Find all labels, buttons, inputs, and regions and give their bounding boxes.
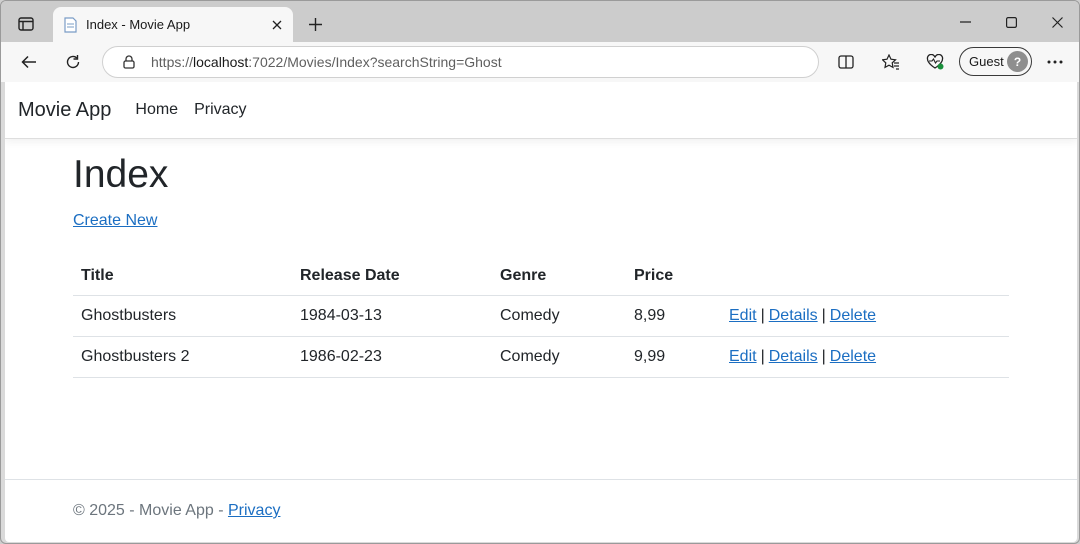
page-title: Index xyxy=(73,153,169,196)
sidebar-icon xyxy=(18,17,34,31)
brand-link[interactable]: Movie App xyxy=(18,99,111,122)
new-tab-button[interactable] xyxy=(301,11,329,37)
maximize-icon xyxy=(1005,16,1017,28)
cell-title: Ghostbusters xyxy=(73,295,292,337)
details-link[interactable]: Details xyxy=(769,348,818,365)
maximize-button[interactable] xyxy=(989,9,1033,35)
separator: | xyxy=(760,306,765,324)
site-navbar: Movie App Home Privacy xyxy=(5,82,1077,139)
separator: | xyxy=(760,347,765,365)
cell-genre: Comedy xyxy=(492,295,626,337)
lock-icon[interactable] xyxy=(121,54,137,70)
more-dots-icon xyxy=(1047,60,1063,64)
cell-price: 8,99 xyxy=(626,295,721,337)
nav-privacy-link[interactable]: Privacy xyxy=(194,101,246,119)
cell-actions: Edit | Details | Delete xyxy=(721,295,1009,337)
footer-privacy-link[interactable]: Privacy xyxy=(228,502,280,519)
delete-link[interactable]: Delete xyxy=(830,307,876,324)
close-tab-button[interactable] xyxy=(267,15,287,35)
table-row: Ghostbusters 1984-03-13 Comedy 8,99 Edit… xyxy=(73,295,1009,337)
cell-actions: Edit | Details | Delete xyxy=(721,336,1009,378)
cell-genre: Comedy xyxy=(492,336,626,378)
close-icon xyxy=(1051,16,1063,28)
cell-title: Ghostbusters 2 xyxy=(73,336,292,378)
url-text: https://localhost:7022/Movies/Index?sear… xyxy=(151,54,502,70)
browser-window: Index - Movie App https://localhost:7022… xyxy=(0,0,1080,544)
cell-release-date: 1986-02-23 xyxy=(292,336,492,378)
back-button[interactable] xyxy=(13,47,45,77)
heart-pulse-icon xyxy=(926,54,944,70)
avatar-icon: ? xyxy=(1007,51,1028,72)
cell-release-date: 1984-03-13 xyxy=(292,295,492,337)
tab-title: Index - Movie App xyxy=(86,17,191,32)
site-footer: © 2025 - Movie App - Privacy xyxy=(5,479,1077,542)
favorites-button[interactable] xyxy=(875,47,907,77)
tab-bar: Index - Movie App xyxy=(1,1,1079,42)
create-new-link[interactable]: Create New xyxy=(73,212,157,230)
separator: | xyxy=(821,306,826,324)
column-header-title: Title xyxy=(73,257,292,296)
column-header-genre: Genre xyxy=(492,257,626,296)
tab-actions-button[interactable] xyxy=(9,9,43,39)
active-tab[interactable]: Index - Movie App xyxy=(53,7,293,42)
split-screen-icon xyxy=(838,55,854,69)
separator: | xyxy=(821,347,826,365)
back-arrow-icon xyxy=(21,55,36,69)
table-header-row: Title Release Date Genre Price xyxy=(73,257,1009,296)
details-link[interactable]: Details xyxy=(769,307,818,324)
main-content: Index Create New Title Release Date Genr… xyxy=(73,152,1009,378)
page-icon xyxy=(63,16,77,33)
close-icon xyxy=(272,20,282,29)
address-bar[interactable]: https://localhost:7022/Movies/Index?sear… xyxy=(102,46,819,78)
nav-home-link[interactable]: Home xyxy=(135,101,178,119)
edit-link[interactable]: Edit xyxy=(729,307,757,324)
column-header-release-date: Release Date xyxy=(292,257,492,296)
refresh-icon xyxy=(66,55,80,69)
minimize-button[interactable] xyxy=(943,9,987,35)
plus-icon xyxy=(308,17,322,31)
column-header-actions xyxy=(721,257,1009,296)
browser-essentials-button[interactable] xyxy=(919,47,951,77)
close-window-button[interactable] xyxy=(1035,9,1079,35)
profile-button[interactable]: Guest ? xyxy=(959,47,1032,76)
movies-table: Title Release Date Genre Price Ghostbust… xyxy=(73,257,1009,378)
profile-label: Guest xyxy=(969,54,1004,69)
cell-price: 9,99 xyxy=(626,336,721,378)
page-viewport: Movie App Home Privacy Index Create New … xyxy=(5,82,1077,542)
table-row: Ghostbusters 2 1986-02-23 Comedy 9,99 Ed… xyxy=(73,336,1009,378)
footer-text: © 2025 - Movie App - Privacy xyxy=(73,502,280,520)
split-screen-button[interactable] xyxy=(830,47,862,77)
browser-toolbar: https://localhost:7022/Movies/Index?sear… xyxy=(1,42,1079,82)
copyright-text: © 2025 - Movie App - xyxy=(73,502,228,519)
column-header-price: Price xyxy=(626,257,721,296)
refresh-button[interactable] xyxy=(57,47,89,77)
settings-more-button[interactable] xyxy=(1039,47,1071,77)
minimize-icon xyxy=(959,21,971,23)
delete-link[interactable]: Delete xyxy=(830,348,876,365)
edit-link[interactable]: Edit xyxy=(729,348,757,365)
favorites-star-icon xyxy=(882,54,899,70)
